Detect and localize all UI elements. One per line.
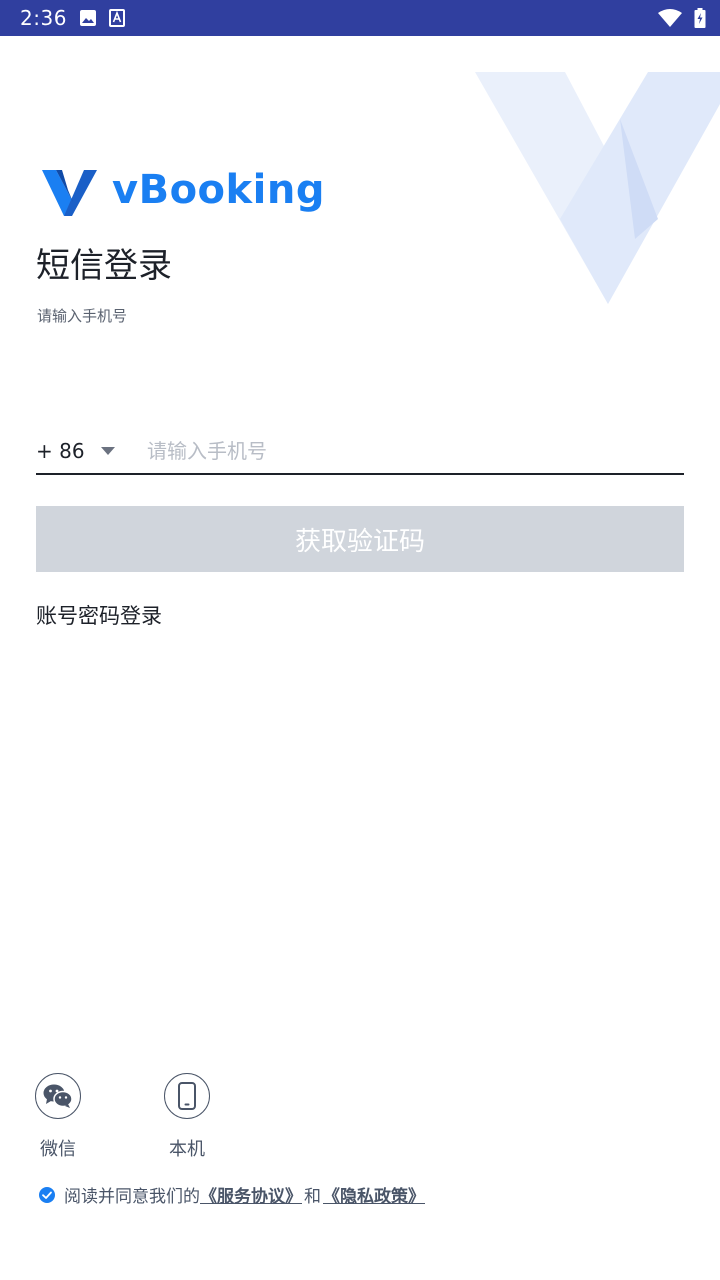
country-code-text: + 86 xyxy=(36,438,85,463)
country-code-selector[interactable]: + 86 xyxy=(36,439,147,463)
vbooking-logo-icon xyxy=(42,170,97,216)
brand-logo: vBooking xyxy=(40,164,325,216)
privacy-policy-link[interactable]: 《隐私政策》 xyxy=(323,1182,425,1207)
phone-icon-circle xyxy=(164,1073,210,1119)
background-v-logo xyxy=(475,72,720,304)
phone-icon xyxy=(178,1082,196,1110)
local-phone-label: 本机 xyxy=(169,1139,205,1160)
wechat-icon-circle xyxy=(35,1073,81,1119)
password-login-link[interactable]: 账号密码登录 xyxy=(36,600,162,630)
battery-icon xyxy=(694,8,706,28)
brand-name: vBooking xyxy=(112,167,325,213)
wifi-icon xyxy=(658,9,682,27)
agreement-checkbox-icon[interactable] xyxy=(38,1186,56,1204)
status-bar: 2:36 xyxy=(0,0,720,36)
status-time: 2:36 xyxy=(20,6,67,30)
caret-down-icon xyxy=(100,446,115,455)
service-agreement-link[interactable]: 《服务协议》 xyxy=(200,1182,302,1207)
get-code-button[interactable]: 获取验证码 xyxy=(36,506,684,572)
login-screen: 2:36 vBooking 短信登录 请输入手机号 + 86 请输入手机号 获取… xyxy=(0,0,720,1280)
local-phone-login-button[interactable]: 本机 xyxy=(142,1073,232,1161)
wechat-label: 微信 xyxy=(40,1139,76,1160)
wechat-icon xyxy=(43,1084,73,1108)
image-notification-icon xyxy=(79,10,96,26)
agreement-row: 阅读并同意我们的 《服务协议》 和 《隐私政策》 xyxy=(38,1182,425,1207)
page-title: 短信登录 xyxy=(36,246,172,286)
phone-input-row: + 86 xyxy=(36,428,684,475)
wechat-login-button[interactable]: 微信 xyxy=(13,1073,103,1161)
agreement-and: 和 xyxy=(304,1187,321,1207)
font-notification-icon xyxy=(108,9,125,27)
phone-input[interactable] xyxy=(147,438,684,463)
page-subtitle: 请输入手机号 xyxy=(37,307,128,325)
agreement-prefix: 阅读并同意我们的 xyxy=(64,1187,200,1207)
